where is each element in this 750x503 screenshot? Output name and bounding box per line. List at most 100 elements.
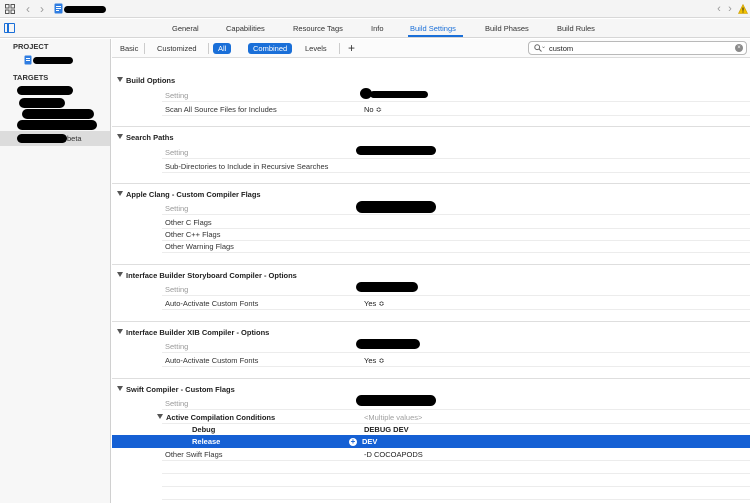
chevron-left-icon[interactable]: ‹ [714, 2, 724, 16]
build-settings-filter-bar: Basic Customized All Combined Levels + ⌄… [112, 39, 750, 58]
related-items-grid-icon[interactable] [5, 4, 15, 14]
redacted-target-column [356, 339, 420, 349]
redacted-target-item[interactable] [17, 120, 97, 130]
search-field[interactable]: ⌄ custom × [528, 41, 747, 55]
setting-active-compilation-conditions[interactable]: Active Compilation Conditions [157, 413, 275, 422]
segment-divider [144, 43, 145, 54]
row-divider [162, 158, 750, 159]
clear-search-icon[interactable]: × [735, 44, 743, 52]
section-swift-custom-flags[interactable]: Swift Compiler - Custom Flags [117, 385, 235, 394]
redacted-target-column [356, 282, 418, 292]
warning-icon[interactable] [738, 4, 748, 14]
selected-target-row[interactable]: beta [0, 131, 110, 146]
tab-capabilities[interactable]: Capabilities [226, 24, 265, 33]
release-conditions-value[interactable]: DEV [362, 437, 377, 446]
section-apple-clang-custom-flags[interactable]: Apple Clang - Custom Compiler Flags [117, 190, 261, 199]
filter-basic[interactable]: Basic [120, 43, 138, 54]
section-build-options[interactable]: Build Options [117, 76, 175, 85]
config-debug-label[interactable]: Debug [192, 425, 215, 434]
tab-info[interactable]: Info [371, 24, 384, 33]
project-file-icon [54, 3, 63, 14]
row-divider [162, 172, 750, 173]
row-divider [162, 228, 750, 229]
redacted-target-name [17, 134, 67, 143]
other-swift-flags-value[interactable]: -D COCOAPODS [364, 450, 423, 459]
filter-levels[interactable]: Levels [305, 43, 327, 54]
segment-divider [208, 43, 209, 54]
section-search-paths[interactable]: Search Paths [117, 133, 174, 142]
disclosure-triangle-icon[interactable] [117, 191, 123, 196]
chevron-down-icon: ⌄ [541, 44, 547, 50]
section-divider [112, 183, 750, 184]
row-divider [162, 499, 750, 500]
setting-auto-activate-custom-fonts[interactable]: Auto-Activate Custom Fonts [165, 299, 258, 308]
section-xib-compiler-options[interactable]: Interface Builder XIB Compiler - Options [117, 328, 269, 337]
search-input[interactable]: custom [549, 44, 573, 53]
filter-combined[interactable]: Combined [248, 43, 293, 54]
setting-auto-activate-custom-fonts[interactable]: Auto-Activate Custom Fonts [165, 356, 258, 365]
auto-activate-fonts-value[interactable]: Yes ≎ [364, 299, 385, 308]
row-divider [162, 366, 750, 367]
multiple-values-text[interactable]: <Multiple values> [364, 413, 422, 422]
debug-conditions-value[interactable]: DEBUG DEV [364, 425, 409, 434]
row-divider [162, 295, 750, 296]
tab-build-phases[interactable]: Build Phases [485, 24, 529, 33]
row-divider [162, 409, 750, 410]
setting-other-c-flags[interactable]: Other C Flags [165, 218, 212, 227]
project-header: PROJECT [13, 42, 49, 51]
filter-customized[interactable]: Customized [157, 43, 197, 54]
disclosure-triangle-icon[interactable] [157, 414, 163, 419]
section-divider [112, 378, 750, 379]
disclosure-triangle-icon[interactable] [117, 77, 123, 82]
redacted-target-column [356, 146, 436, 155]
disclosure-triangle-icon[interactable] [117, 272, 123, 277]
disclosure-triangle-icon[interactable] [117, 329, 123, 334]
redacted-project-name [64, 6, 106, 13]
row-divider [162, 115, 750, 116]
project-target-sidebar: PROJECT TARGETS beta [0, 39, 111, 503]
setting-other-swift-flags[interactable]: Other Swift Flags [165, 450, 223, 459]
row-divider [162, 214, 750, 215]
setting-column-header: Setting [165, 148, 189, 157]
redacted-target-column [370, 91, 428, 98]
section-storyboard-compiler-options[interactable]: Interface Builder Storyboard Compiler - … [117, 271, 297, 280]
disclosure-triangle-icon[interactable] [117, 134, 123, 139]
setting-recursive-subdirectories[interactable]: Sub-Directories to Include in Recursive … [165, 162, 328, 171]
redacted-target-item[interactable] [17, 86, 73, 95]
project-file-icon [24, 55, 32, 65]
targets-header: TARGETS [13, 73, 49, 82]
scan-all-source-files-value[interactable]: No ≎ [364, 105, 382, 114]
redacted-project-item[interactable] [33, 57, 73, 64]
redacted-target-item[interactable] [19, 98, 65, 108]
chevron-right-icon[interactable]: › [725, 2, 735, 16]
setting-column-header: Setting [165, 204, 189, 213]
row-divider [162, 460, 750, 461]
redacted-target-item[interactable] [22, 109, 94, 119]
navigator-toggle-icon[interactable] [4, 23, 15, 33]
filter-all[interactable]: All [213, 43, 232, 54]
active-tab-indicator [408, 35, 463, 37]
row-divider [162, 423, 750, 424]
setting-column-header: Setting [165, 399, 189, 408]
row-divider [162, 309, 750, 310]
tab-general[interactable]: General [172, 24, 199, 33]
chevron-left-icon[interactable]: ‹ [22, 2, 34, 16]
selected-setting-row[interactable]: Release + DEV [112, 435, 750, 448]
chevron-right-icon[interactable]: › [36, 2, 48, 16]
setting-other-warning-flags[interactable]: Other Warning Flags [165, 242, 234, 251]
auto-activate-fonts-value[interactable]: Yes ≎ [364, 356, 385, 365]
target-suffix: beta [67, 134, 82, 143]
disclosure-triangle-icon[interactable] [117, 386, 123, 391]
row-divider [162, 252, 750, 253]
add-value-icon[interactable]: + [349, 438, 357, 446]
setting-scan-all-source-files[interactable]: Scan All Source Files for Includes [165, 105, 277, 114]
config-release-label: Release [192, 437, 221, 446]
tab-resource-tags[interactable]: Resource Tags [293, 24, 343, 33]
redacted-target-column [356, 395, 436, 406]
add-setting-button[interactable]: + [348, 41, 355, 55]
tab-build-settings[interactable]: Build Settings [410, 24, 456, 33]
setting-column-header: Setting [165, 285, 189, 294]
tab-build-rules[interactable]: Build Rules [557, 24, 595, 33]
setting-other-cpp-flags[interactable]: Other C++ Flags [165, 230, 220, 239]
setting-column-header: Setting [165, 342, 189, 351]
